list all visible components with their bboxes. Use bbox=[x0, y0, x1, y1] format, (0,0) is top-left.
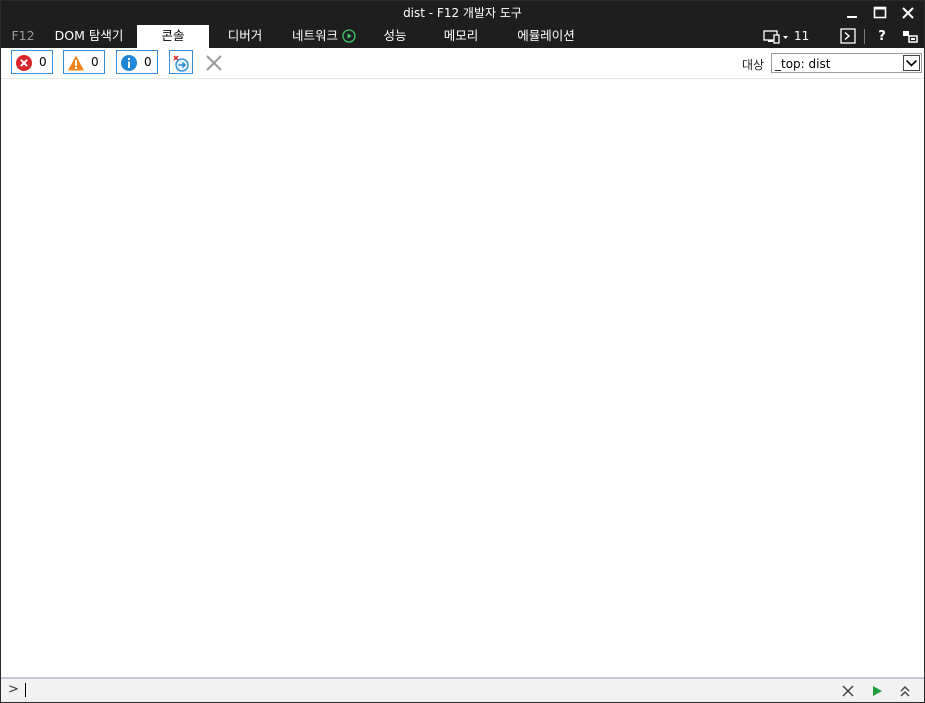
text-caret bbox=[25, 683, 26, 697]
tab-performance[interactable]: 성능 bbox=[373, 25, 417, 48]
run-script-button[interactable] bbox=[869, 683, 885, 699]
tab-f12-logo: F12 bbox=[11, 28, 35, 43]
tab-memory[interactable]: 메모리 bbox=[431, 25, 491, 48]
target-value: _top: dist bbox=[775, 57, 831, 71]
maximize-button[interactable] bbox=[867, 3, 893, 23]
clear-x-icon bbox=[206, 55, 222, 71]
prompt-chevron: > bbox=[8, 682, 19, 697]
tab-emulation[interactable]: 에뮬레이션 bbox=[505, 25, 587, 48]
warnings-count: 0 bbox=[91, 55, 99, 69]
undock-button[interactable] bbox=[901, 25, 919, 48]
help-button[interactable]: ? bbox=[875, 25, 889, 48]
clear-console-button[interactable] bbox=[204, 53, 224, 73]
close-icon bbox=[842, 685, 854, 697]
double-chevron-up-icon bbox=[900, 685, 910, 697]
messages-count: 0 bbox=[144, 55, 152, 69]
toolbar-separator bbox=[864, 29, 865, 44]
clear-on-navigate-toggle[interactable] bbox=[169, 50, 193, 74]
console-input[interactable] bbox=[27, 681, 827, 699]
console-toolbar: 0 0 0 대상 _top: dist bbox=[1, 48, 924, 79]
messages-filter-button[interactable]: 0 bbox=[116, 50, 158, 74]
title-bar: dist - F12 개발자 도구 bbox=[1, 1, 924, 25]
target-dropdown[interactable]: _top: dist bbox=[771, 53, 922, 73]
window-title: dist - F12 개발자 도구 bbox=[403, 6, 522, 20]
error-icon bbox=[16, 55, 32, 71]
play-icon bbox=[873, 686, 882, 696]
console-toggle-button[interactable] bbox=[839, 25, 859, 48]
expand-multiline-button[interactable] bbox=[897, 683, 913, 699]
tab-dom-explorer[interactable]: DOM 탐색기 bbox=[48, 25, 130, 48]
clear-input-button[interactable] bbox=[840, 683, 856, 699]
minimize-button[interactable] bbox=[839, 3, 865, 23]
device-icon bbox=[763, 30, 788, 44]
document-mode-value: 11 bbox=[794, 29, 810, 43]
devtools-window: dist - F12 개발자 도구 F12 DOM 탐색기 콘솔 디버거 네트워… bbox=[0, 0, 925, 703]
dropdown-arrow-button[interactable] bbox=[903, 55, 920, 71]
minimize-icon bbox=[847, 16, 857, 18]
tab-network[interactable]: 네트워크 bbox=[284, 25, 364, 48]
tab-network-label: 네트워크 bbox=[291, 28, 338, 43]
console-output bbox=[1, 80, 924, 677]
close-button[interactable] bbox=[895, 3, 921, 23]
info-icon bbox=[121, 55, 137, 71]
warning-icon bbox=[68, 55, 84, 71]
undock-icon bbox=[903, 31, 918, 43]
warnings-filter-button[interactable]: 0 bbox=[63, 50, 105, 74]
close-icon bbox=[902, 7, 914, 19]
chevron-down-icon bbox=[905, 59, 918, 67]
clear-on-navigate-icon bbox=[173, 55, 189, 72]
tab-bar: F12 DOM 탐색기 콘솔 디버거 네트워크 성능 메모리 에뮬레이션 11 … bbox=[1, 25, 924, 48]
maximize-icon bbox=[873, 6, 887, 19]
play-circle-icon bbox=[342, 28, 356, 43]
console-prompt-icon bbox=[840, 28, 856, 44]
target-label: 대상 bbox=[742, 58, 765, 72]
document-mode-button[interactable]: 11 bbox=[761, 25, 811, 48]
tab-console[interactable]: 콘솔 bbox=[137, 25, 209, 48]
tab-debugger[interactable]: 디버거 bbox=[217, 25, 273, 48]
errors-count: 0 bbox=[39, 55, 47, 69]
console-input-bar: > bbox=[1, 677, 924, 702]
errors-filter-button[interactable]: 0 bbox=[11, 50, 53, 74]
